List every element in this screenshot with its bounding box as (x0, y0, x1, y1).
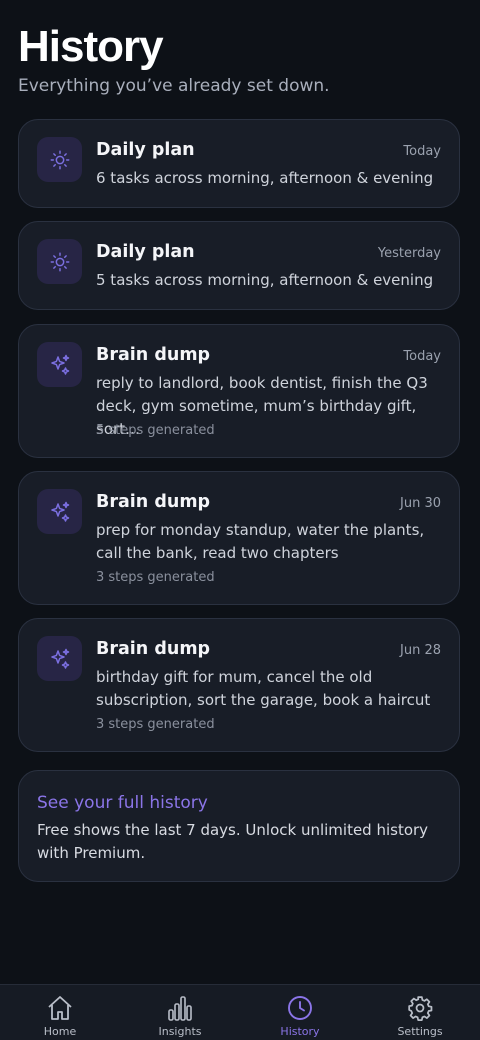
nav-home[interactable]: Home (0, 985, 120, 1040)
entry-title: Brain dump (96, 492, 211, 512)
bar-chart-icon (167, 995, 193, 1021)
entry-title: Daily plan (96, 140, 195, 160)
entry-steps-count: 3 steps generated (96, 717, 215, 732)
history-entry-brain-dump-today[interactable]: Brain dump Today reply to landlord, book… (18, 324, 460, 458)
entry-description: 6 tasks across morning, afternoon & even… (96, 169, 434, 187)
history-entry-brain-dump-jun30[interactable]: Brain dump Jun 30 prep for monday standu… (18, 471, 460, 605)
entry-description: birthday gift for mum, cancel the old su… (96, 668, 431, 709)
nav-label: Home (43, 1025, 77, 1038)
premium-upsell-card[interactable]: See your full history Free shows the las… (18, 770, 460, 882)
page-header: History Everything you’ve already set do… (18, 22, 330, 96)
nav-label: History (280, 1025, 320, 1038)
home-icon (46, 995, 74, 1021)
entry-date: Jun 28 (400, 643, 441, 658)
entry-date: Today (403, 349, 441, 364)
nav-history[interactable]: History (240, 985, 360, 1040)
sparkles-icon (37, 342, 82, 387)
history-entry-daily-plan-yesterday[interactable]: Daily plan Yesterday 5 tasks across morn… (18, 221, 460, 310)
sun-icon (37, 239, 82, 284)
nav-insights[interactable]: Insights (120, 985, 240, 1040)
entry-title: Brain dump (96, 639, 211, 659)
entry-description: 5 tasks across morning, afternoon & even… (96, 271, 434, 289)
entry-date: Today (403, 144, 441, 159)
premium-description: Free shows the last 7 days. Unlock unlim… (37, 821, 429, 862)
entry-description: prep for monday standup, water the plant… (96, 521, 425, 562)
clock-icon (287, 995, 313, 1021)
sparkles-icon (37, 489, 82, 534)
premium-link[interactable]: See your full history (37, 793, 208, 813)
entry-steps-count: 3 steps generated (96, 570, 215, 585)
nav-settings[interactable]: Settings (360, 985, 480, 1040)
page-subtitle: Everything you’ve already set down. (18, 76, 330, 96)
nav-label: Insights (158, 1025, 202, 1038)
bottom-nav: Home Insights History Settings (0, 984, 480, 1040)
sun-icon (37, 137, 82, 182)
history-entry-daily-plan-today[interactable]: Daily plan Today 6 tasks across morning,… (18, 119, 460, 208)
gear-icon (407, 995, 433, 1021)
nav-label: Settings (397, 1025, 443, 1038)
entry-steps-count: 5 steps generated (96, 423, 215, 438)
entry-date: Jun 30 (400, 496, 441, 511)
entry-title: Brain dump (96, 345, 211, 365)
page-title: History (18, 22, 164, 71)
entry-title: Daily plan (96, 242, 195, 262)
sparkles-icon (37, 636, 82, 681)
entry-date: Yesterday (377, 246, 441, 261)
history-entry-brain-dump-jun28[interactable]: Brain dump Jun 28 birthday gift for mum,… (18, 618, 460, 752)
